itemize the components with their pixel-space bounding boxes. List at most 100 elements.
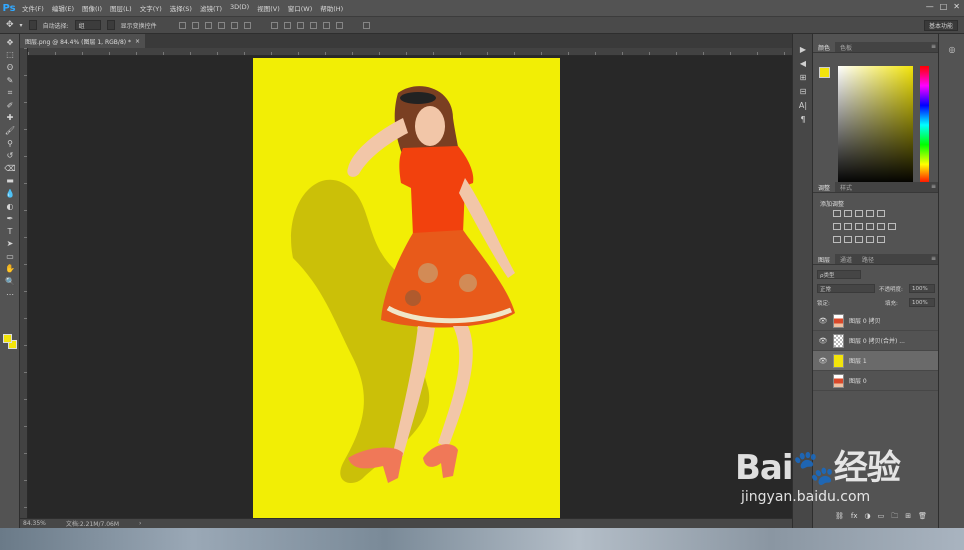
tab-adjustments[interactable]: 调整	[813, 182, 836, 192]
auto-select-dropdown[interactable]: 组	[74, 20, 101, 30]
lasso-icon[interactable]: ʘ	[0, 61, 20, 74]
move-tool-menu-icon[interactable]: ▾	[20, 22, 23, 29]
opacity-field[interactable]: 100%	[909, 284, 935, 293]
distribute-bottom-icon[interactable]	[296, 21, 304, 29]
blend-mode-dropdown[interactable]: 正常	[817, 284, 875, 293]
workspace-dropdown[interactable]: 基本功能	[923, 20, 958, 31]
horizontal-ruler[interactable]	[28, 48, 792, 56]
layer-row[interactable]: 👁 图层 0 拷贝	[813, 311, 939, 331]
menu-item-2[interactable]: 图像(I)	[78, 3, 106, 13]
align-top-icon[interactable]	[178, 21, 186, 29]
auto-select-checkbox[interactable]	[28, 20, 37, 30]
layers-panel-menu-icon[interactable]: ≡	[931, 255, 936, 262]
posterize-icon[interactable]	[844, 236, 852, 243]
healing-icon[interactable]: ✚	[0, 112, 20, 125]
menu-item-0[interactable]: 文件(F)	[18, 3, 48, 13]
eraser-icon[interactable]: ⌫	[0, 162, 20, 175]
layer-row[interactable]: 👁 图层 1	[813, 351, 939, 371]
more-icon[interactable]: ⋯	[0, 288, 20, 301]
align-left-icon[interactable]	[217, 21, 225, 29]
document-canvas[interactable]	[253, 58, 560, 518]
menu-item-5[interactable]: 选择(S)	[166, 3, 196, 13]
history-brush-icon[interactable]: ↺	[0, 149, 20, 162]
align-vcenter-icon[interactable]	[191, 21, 199, 29]
tab-layers[interactable]: 图层	[813, 254, 836, 264]
menu-item-7[interactable]: 3D(D)	[226, 3, 253, 13]
new-layer-icon[interactable]: ⊞	[905, 512, 911, 523]
close-tab-icon[interactable]: ×	[135, 38, 140, 45]
vertical-ruler[interactable]	[20, 48, 28, 518]
layer-filter-dropdown[interactable]: ρ类型	[817, 270, 861, 279]
layer-mask-icon[interactable]: ◑	[865, 512, 871, 523]
black-white-icon[interactable]	[855, 223, 863, 230]
move-tool-icon[interactable]: ✥	[6, 20, 14, 30]
color-lookup-icon[interactable]	[888, 223, 896, 230]
menu-item-4[interactable]: 文字(Y)	[136, 3, 166, 13]
menu-item-10[interactable]: 帮助(H)	[316, 3, 347, 13]
blur-icon[interactable]: 💧	[0, 187, 20, 200]
type-icon[interactable]: T	[0, 225, 20, 238]
distribute-vcenter-icon[interactable]	[283, 21, 291, 29]
menu-item-9[interactable]: 窗口(W)	[284, 3, 317, 13]
menu-item-8[interactable]: 视图(V)	[253, 3, 284, 13]
invert-icon[interactable]	[833, 236, 841, 243]
distribute-left-icon[interactable]	[309, 21, 317, 29]
link-layers-icon[interactable]: ⛓	[835, 512, 844, 523]
shape-icon[interactable]: ▭	[0, 250, 20, 263]
hand-icon[interactable]: ✋	[0, 263, 20, 276]
layer-row[interactable]: 图层 0	[813, 371, 939, 391]
tab-paths[interactable]: 路径	[857, 254, 879, 264]
tab-swatches[interactable]: 色板	[835, 42, 857, 52]
hue-slider[interactable]	[920, 66, 929, 184]
zoom-icon[interactable]: 🔍	[0, 275, 20, 288]
menu-item-1[interactable]: 编辑(E)	[48, 3, 78, 13]
quick-select-icon[interactable]: ✎	[0, 74, 20, 87]
distribute-top-icon[interactable]	[270, 21, 278, 29]
align-right-icon[interactable]	[243, 21, 251, 29]
channel-mixer-icon[interactable]	[877, 223, 885, 230]
adjustments-panel-menu-icon[interactable]: ≡	[931, 183, 936, 190]
adjustment-layer-icon[interactable]: ▭	[878, 512, 885, 523]
color-balance-icon[interactable]	[844, 223, 852, 230]
layer-row[interactable]: 👁 图层 0 拷贝(合并) ...	[813, 331, 939, 351]
menu-item-6[interactable]: 滤镜(T)	[196, 3, 226, 13]
align-hcenter-icon[interactable]	[230, 21, 238, 29]
document-tab[interactable]: 图层.png @ 84.4% (图层 1, RGB/8) * ×	[20, 34, 146, 48]
maximize-button[interactable]: □	[940, 2, 948, 11]
tab-styles[interactable]: 样式	[835, 182, 857, 192]
vibrance-icon[interactable]	[877, 210, 885, 217]
eyedropper-icon[interactable]: ✐	[0, 99, 20, 112]
photo-filter-icon[interactable]	[866, 223, 874, 230]
crop-icon[interactable]: ⌗	[0, 86, 20, 99]
brightness-contrast-icon[interactable]	[833, 210, 841, 217]
current-color-swatch[interactable]	[819, 67, 830, 78]
pen-icon[interactable]: ✒	[0, 212, 20, 225]
visibility-eye-icon[interactable]: 👁	[817, 317, 829, 325]
align-bottom-icon[interactable]	[204, 21, 212, 29]
menu-item-3[interactable]: 图层(L)	[106, 3, 136, 13]
navigator-icon[interactable]: ⊟	[793, 84, 813, 98]
curves-icon[interactable]	[855, 210, 863, 217]
play-icon[interactable]: ▶	[793, 42, 813, 56]
histogram-icon[interactable]: ⊞	[793, 70, 813, 84]
paragraph-icon[interactable]: ¶	[793, 112, 813, 126]
tab-color[interactable]: 颜色	[813, 42, 836, 52]
status-menu-arrow[interactable]: ›	[139, 520, 141, 527]
gradient-icon[interactable]: ▬	[0, 175, 20, 188]
new-group-icon[interactable]: 🗀	[891, 512, 898, 523]
brush-icon[interactable]: 🖌	[0, 124, 20, 137]
layer-style-icon[interactable]: fx	[851, 512, 858, 523]
path-select-icon[interactable]: ➤	[0, 238, 20, 251]
gradient-map-icon[interactable]	[866, 236, 874, 243]
auto-align-icon[interactable]	[362, 21, 370, 29]
close-button[interactable]: ✕	[953, 2, 960, 11]
fill-field[interactable]: 100%	[909, 298, 935, 307]
stamp-icon[interactable]: ⚲	[0, 137, 20, 150]
hue-saturation-icon[interactable]	[833, 223, 841, 230]
marquee-icon[interactable]: ⬚	[0, 49, 20, 62]
collapse-icon[interactable]: ◀	[793, 56, 813, 70]
minimize-button[interactable]: —	[926, 2, 934, 11]
exposure-icon[interactable]	[866, 210, 874, 217]
3d-icon[interactable]: ◎	[939, 42, 964, 56]
show-transform-checkbox[interactable]	[106, 20, 115, 30]
